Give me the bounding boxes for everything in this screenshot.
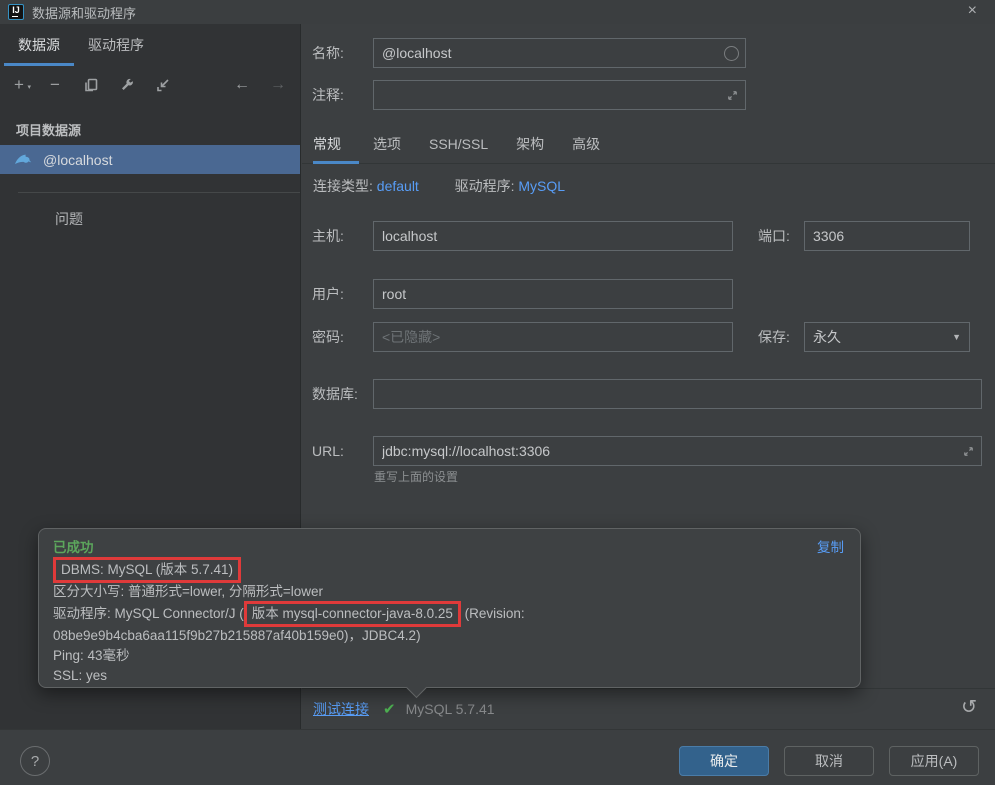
connection-type-label: 连接类型: bbox=[313, 178, 373, 194]
sidebar-tabs: 数据源 驱动程序 bbox=[0, 24, 300, 66]
driver-line-suffix: (Revision: bbox=[461, 606, 525, 621]
data-sources-dialog: IJ 数据源和驱动程序 × 数据源 驱动程序 +▾ − ← → bbox=[0, 0, 995, 785]
popup-driver-line2: 08be9e9b4cba6aa115f9b27b215887af40b159e0… bbox=[53, 626, 844, 646]
popup-ssl-line: SSL: yes bbox=[53, 666, 844, 686]
popup-status: 已成功 bbox=[53, 538, 844, 558]
ok-button[interactable]: 确定 bbox=[679, 746, 769, 776]
comment-label: 注释: bbox=[312, 85, 373, 105]
save-dropdown[interactable]: 永久 ▼ bbox=[804, 322, 970, 352]
success-check-icon: ✔ bbox=[383, 700, 396, 718]
help-button[interactable]: ? bbox=[20, 746, 50, 776]
tree-item-problems[interactable]: 问题 bbox=[0, 193, 300, 229]
close-icon[interactable]: × bbox=[968, 2, 977, 20]
port-input[interactable] bbox=[804, 221, 970, 251]
undo-icon[interactable]: ↺ bbox=[961, 696, 977, 719]
sidebar-toolbar: +▾ − ← → bbox=[0, 66, 300, 104]
save-label: 保存: bbox=[758, 327, 804, 347]
intellij-logo-icon: IJ bbox=[8, 4, 24, 20]
url-hint: 重写上面的设置 bbox=[374, 468, 458, 485]
import-icon[interactable] bbox=[154, 76, 172, 94]
port-label: 端口: bbox=[758, 226, 804, 246]
duplicate-icon[interactable] bbox=[82, 76, 100, 94]
connection-result-popup: 复制 已成功 DBMS: MySQL (版本 5.7.41) 区分大小写: 普通… bbox=[38, 528, 861, 688]
refresh-circle-icon[interactable] bbox=[724, 46, 739, 61]
tab-options[interactable]: 选项 bbox=[359, 124, 415, 163]
window-title: 数据源和驱动程序 bbox=[32, 3, 136, 22]
apply-button[interactable]: 应用(A) bbox=[889, 746, 979, 776]
test-connection-link[interactable]: 测试连接 bbox=[313, 699, 369, 719]
expand-icon[interactable] bbox=[962, 445, 975, 458]
host-input[interactable] bbox=[373, 221, 733, 251]
driver-line-prefix: 驱动程序: MySQL Connector/J ( bbox=[53, 606, 244, 621]
user-label: 用户: bbox=[312, 284, 373, 304]
driver-label: 驱动程序: bbox=[455, 178, 515, 194]
tab-advanced[interactable]: 高级 bbox=[558, 124, 614, 163]
tree-item-label: @localhost bbox=[43, 152, 112, 168]
name-label: 名称: bbox=[312, 43, 373, 63]
forward-arrow-icon: → bbox=[270, 76, 286, 94]
password-label: 密码: bbox=[312, 327, 373, 347]
name-input[interactable] bbox=[373, 38, 746, 68]
database-label: 数据库: bbox=[312, 384, 373, 404]
database-input[interactable] bbox=[373, 379, 982, 409]
tab-drivers[interactable]: 驱动程序 bbox=[74, 24, 158, 66]
chevron-down-icon: ▼ bbox=[952, 332, 961, 342]
user-input[interactable] bbox=[373, 279, 733, 309]
add-icon[interactable]: +▾ bbox=[10, 76, 28, 94]
expand-icon[interactable] bbox=[726, 89, 739, 102]
test-connection-strip: 测试连接 ✔ MySQL 5.7.41 ↺ bbox=[302, 688, 995, 729]
connection-result: MySQL 5.7.41 bbox=[406, 701, 495, 717]
title-bar: IJ 数据源和驱动程序 × bbox=[0, 0, 995, 24]
popup-driver-line: 驱动程序: MySQL Connector/J (版本 mysql-connec… bbox=[53, 602, 844, 626]
password-input[interactable] bbox=[373, 322, 733, 352]
form-tabs: 常规 选项 SSH/SSL 架构 高级 bbox=[302, 124, 995, 164]
back-arrow-icon[interactable]: ← bbox=[234, 76, 250, 94]
tab-general[interactable]: 常规 bbox=[313, 124, 359, 163]
popup-dbms-line: DBMS: MySQL (版本 5.7.41) bbox=[53, 558, 844, 582]
remove-icon[interactable]: − bbox=[46, 76, 64, 94]
connection-type-link[interactable]: default bbox=[377, 178, 419, 194]
cancel-button[interactable]: 取消 bbox=[784, 746, 874, 776]
popup-ping-line: Ping: 43毫秒 bbox=[53, 646, 844, 666]
tab-ssh-ssl[interactable]: SSH/SSL bbox=[415, 124, 502, 163]
copy-link[interactable]: 复制 bbox=[817, 538, 844, 558]
driver-link[interactable]: MySQL bbox=[518, 178, 565, 194]
dialog-footer: ? 确定 取消 应用(A) bbox=[0, 729, 995, 785]
save-dropdown-value: 永久 bbox=[813, 327, 841, 347]
history-nav: ← → bbox=[234, 76, 286, 94]
tab-schemas[interactable]: 架构 bbox=[502, 124, 558, 163]
mysql-dolphin-icon bbox=[14, 152, 33, 167]
annotation-box-driver: 版本 mysql-connector-java-8.0.25 bbox=[244, 601, 461, 627]
popup-case-line: 区分大小写: 普通形式=lower, 分隔形式=lower bbox=[53, 582, 844, 602]
url-input[interactable] bbox=[373, 436, 982, 466]
host-label: 主机: bbox=[312, 226, 373, 246]
wrench-icon[interactable] bbox=[118, 76, 136, 94]
tree-header: 项目数据源 bbox=[0, 104, 300, 145]
connection-type-line: 连接类型: default 驱动程序: MySQL bbox=[313, 176, 565, 196]
url-label: URL: bbox=[312, 443, 373, 459]
comment-input[interactable] bbox=[373, 80, 746, 110]
tab-data-sources[interactable]: 数据源 bbox=[4, 24, 74, 66]
annotation-box-dbms: DBMS: MySQL (版本 5.7.41) bbox=[53, 557, 241, 583]
tree-item-localhost[interactable]: @localhost bbox=[0, 145, 300, 174]
